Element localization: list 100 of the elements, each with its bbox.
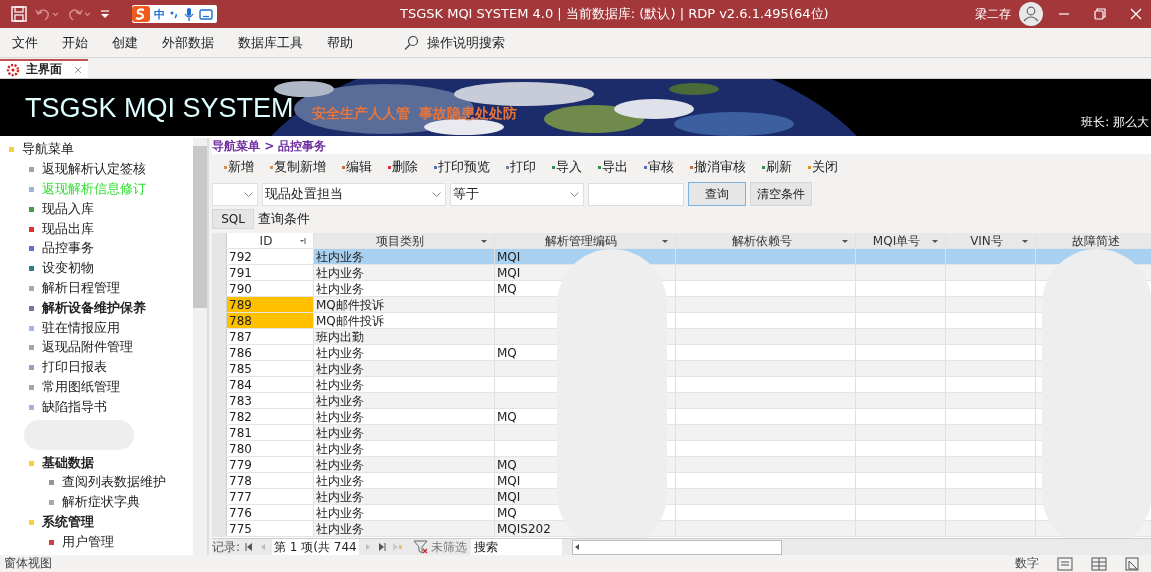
- menu-item[interactable]: 外部数据: [162, 33, 214, 52]
- menu-item[interactable]: 文件: [12, 33, 38, 52]
- table-cell: 777: [227, 489, 314, 504]
- form-view-icon[interactable]: [1057, 556, 1073, 571]
- toolbar-button[interactable]: 新增: [224, 158, 254, 176]
- save-icon[interactable]: [10, 5, 28, 23]
- toolbar-button[interactable]: 撤消审核: [690, 158, 746, 176]
- table-cell: 社内业务: [314, 505, 495, 520]
- search-field[interactable]: 搜索: [470, 538, 562, 556]
- tree-item[interactable]: 导航菜单: [22, 141, 74, 159]
- document-tab[interactable]: 主界面: [0, 59, 88, 78]
- value-field[interactable]: [588, 182, 684, 206]
- table-cell: 社内业务: [314, 281, 495, 296]
- tree-item[interactable]: 系统管理: [42, 513, 94, 531]
- column-header[interactable]: 项目类别: [314, 233, 495, 248]
- toolbar-button[interactable]: 打印: [506, 158, 536, 176]
- record-position-field[interactable]: 第 1 项(共 744: [272, 538, 359, 556]
- menu-item[interactable]: 数据库工具: [238, 33, 303, 52]
- horizontal-scrollbar[interactable]: [571, 539, 782, 555]
- column-header[interactable]: 故障简述: [1036, 233, 1151, 248]
- filter-label: 未筛选: [430, 538, 467, 556]
- microphone-icon[interactable]: [183, 7, 195, 21]
- menu-item[interactable]: 帮助: [327, 33, 353, 52]
- toolbar-button[interactable]: 打印预览: [434, 158, 490, 176]
- ime-logo-icon: [132, 6, 150, 22]
- close-icon[interactable]: [74, 65, 82, 74]
- table-cell: 社内业务: [314, 457, 495, 472]
- tree-item[interactable]: 解析症状字典: [62, 494, 140, 512]
- last-record-icon[interactable]: [376, 542, 387, 552]
- toolbar-button[interactable]: 刷新: [762, 158, 792, 176]
- toolbar-button[interactable]: 编辑: [342, 158, 372, 176]
- column-header[interactable]: MQI单号: [856, 233, 946, 248]
- tree-item[interactable]: 驻在情报应用: [42, 319, 120, 337]
- dropdown[interactable]: 等于: [450, 182, 584, 206]
- toolbar-button[interactable]: 关闭: [808, 158, 838, 176]
- tree-item[interactable]: 缺陷指导书: [42, 398, 107, 416]
- table-cell: 791: [227, 265, 314, 280]
- keyboard-icon[interactable]: [199, 8, 213, 20]
- toolbar-button[interactable]: 审核: [644, 158, 674, 176]
- sort-icon[interactable]: [299, 236, 307, 245]
- tree-item[interactable]: 解析设备维护保养: [42, 299, 146, 317]
- tree-item[interactable]: 常用图纸管理: [42, 378, 120, 396]
- table-cell: 790: [227, 281, 314, 296]
- tree-item[interactable]: 返现解析认定签核: [42, 161, 146, 179]
- ime-language[interactable]: 中: [154, 6, 165, 22]
- table-cell: 789: [227, 297, 314, 312]
- table-cell: 784: [227, 377, 314, 392]
- table-cell: 780: [227, 441, 314, 456]
- clear-button[interactable]: 清空条件: [750, 182, 812, 206]
- menu-item[interactable]: 创建: [112, 33, 138, 52]
- table-cell: 781: [227, 425, 314, 440]
- tree-item[interactable]: 解析日程管理: [42, 279, 120, 297]
- record-label: 记录:: [212, 538, 241, 556]
- first-record-icon[interactable]: [244, 542, 255, 552]
- toolbar-button[interactable]: 导出: [598, 158, 628, 176]
- table-cell: MQ邮件投诉: [314, 313, 495, 328]
- form-gear-icon: [6, 62, 20, 77]
- table-cell: 783: [227, 393, 314, 408]
- row-selector[interactable]: [212, 521, 227, 536]
- design-view-icon[interactable]: [1125, 556, 1141, 571]
- tab-label: 主界面: [26, 61, 62, 78]
- tree-item[interactable]: 用户管理: [62, 533, 114, 551]
- window-title: TSGSK MQI SYSTEM 4.0 | 当前数据库: (默认) | RDP v2.6.1.495(64位): [400, 5, 830, 23]
- dropdown[interactable]: 现品处置担当: [262, 182, 446, 206]
- sql-button[interactable]: SQL: [212, 209, 254, 229]
- toolbar-button[interactable]: 删除: [388, 158, 418, 176]
- column-header[interactable]: 解析依赖号: [676, 233, 856, 248]
- search-icon: [403, 34, 419, 51]
- table-cell: 班内出勤: [314, 329, 495, 344]
- table-cell: 788: [227, 313, 314, 328]
- table-cell: 社内业务: [314, 361, 495, 376]
- tree-item[interactable]: 品控事务: [42, 240, 94, 258]
- toolbar-button[interactable]: 导入: [552, 158, 582, 176]
- menu-item[interactable]: 开始: [62, 33, 88, 52]
- table-cell: 778: [227, 473, 314, 488]
- tree-item[interactable]: 基础数据: [42, 454, 94, 472]
- banner-slogan: 安全生产人人管 事故隐患处处防: [311, 104, 518, 123]
- tree-item[interactable]: 返现品附件管理: [42, 339, 133, 357]
- tree-item[interactable]: 现品出库: [42, 220, 94, 238]
- ime-toolbar[interactable]: 中: [132, 5, 217, 23]
- query-button[interactable]: 查询: [688, 182, 746, 206]
- avatar-icon: [1019, 2, 1043, 26]
- column-header[interactable]: VIN号: [946, 233, 1036, 248]
- tell-me-search[interactable]: 操作说明搜索: [427, 33, 505, 52]
- datasheet-view-icon[interactable]: [1091, 556, 1107, 571]
- filter-icon: [412, 540, 429, 554]
- user-name: 梁二存: [975, 5, 1011, 23]
- tree-item[interactable]: 现品入库: [42, 200, 94, 218]
- column-header[interactable]: 解析管理编码: [495, 233, 676, 248]
- dropdown[interactable]: [212, 182, 258, 206]
- table-cell: 792: [227, 249, 314, 264]
- toolbar-button[interactable]: 复制新增: [270, 158, 326, 176]
- table-cell: 785: [227, 361, 314, 376]
- scrollbar[interactable]: [193, 138, 207, 555]
- filter-toggle[interactable]: 未筛选: [412, 538, 467, 556]
- column-header[interactable]: ID: [227, 233, 314, 248]
- tree-item[interactable]: 设变初物: [42, 260, 94, 278]
- tree-item[interactable]: 打印日报表: [42, 359, 107, 377]
- table-cell: 社内业务: [314, 345, 495, 360]
- tree-item[interactable]: 查阅列表数据维护: [62, 474, 166, 492]
